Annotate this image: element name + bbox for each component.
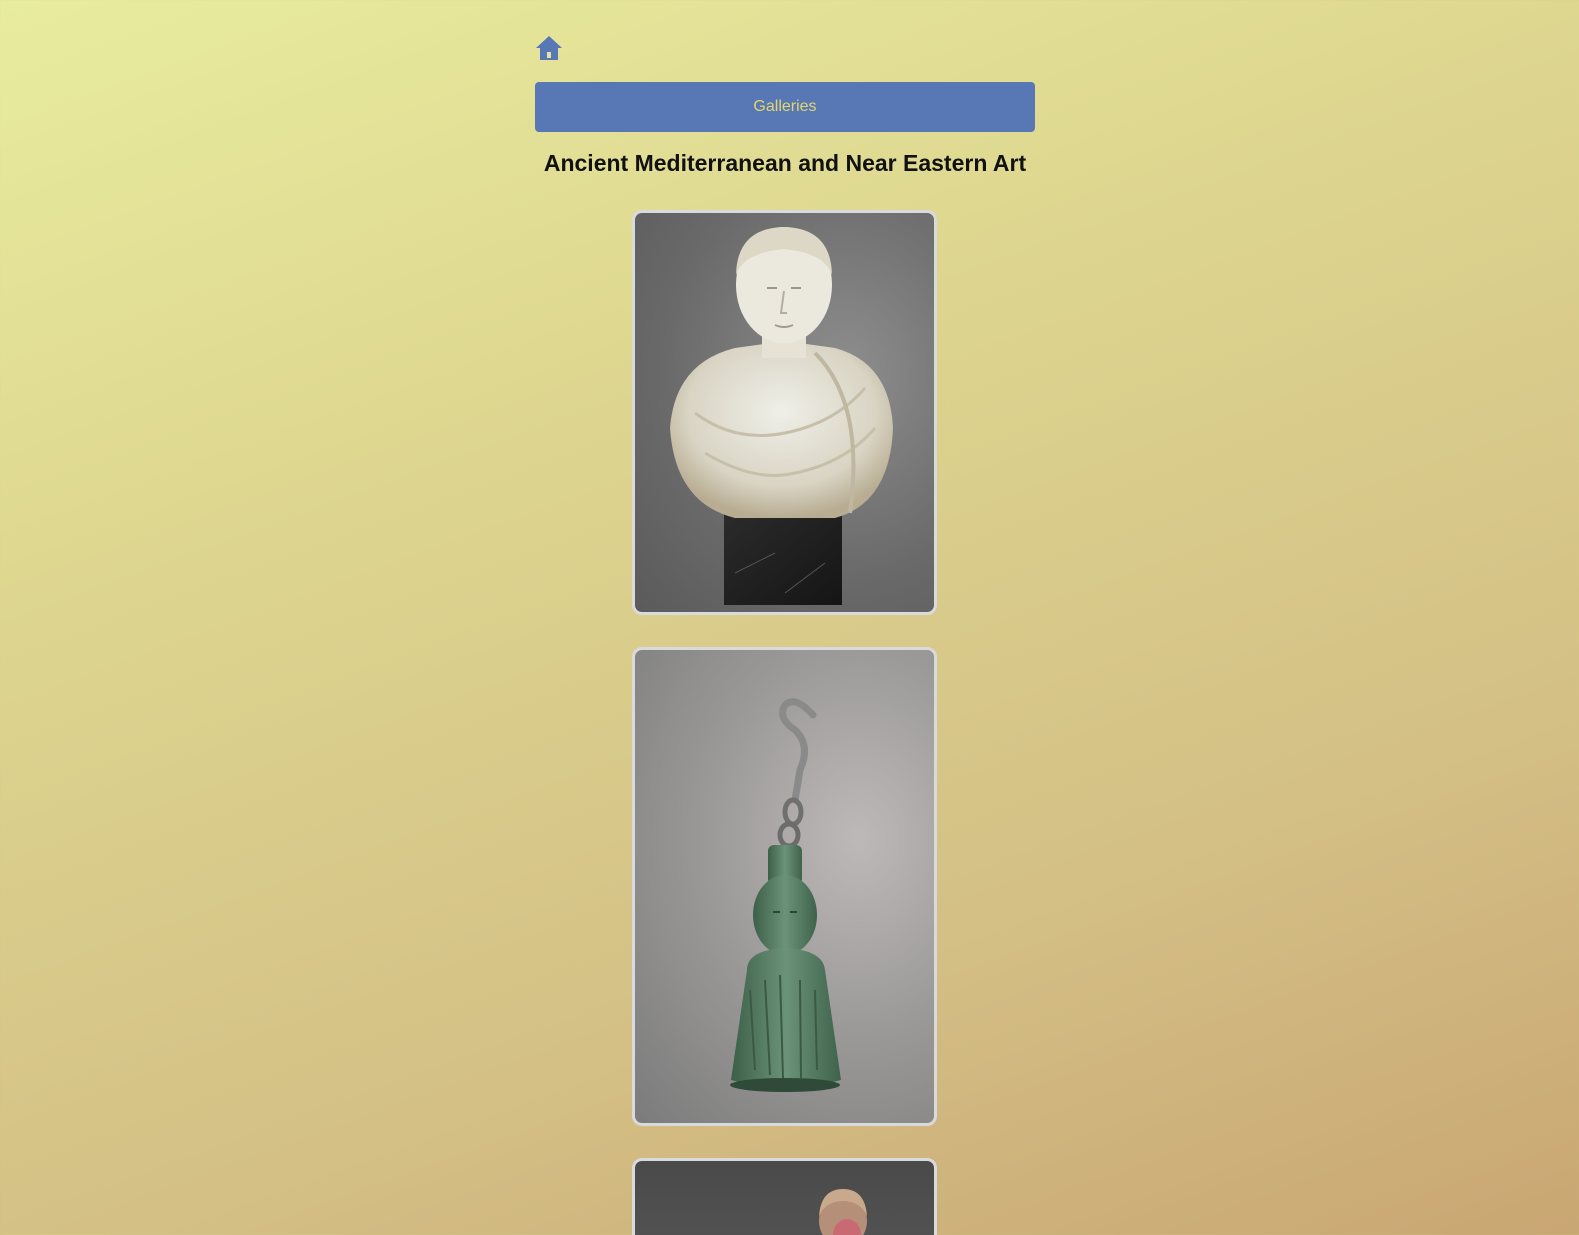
page-title: Ancient Mediterranean and Near Eastern A… [543, 150, 1027, 176]
bronze-weight-image [730, 698, 841, 1092]
marble-bust-image [670, 227, 893, 605]
home-icon [536, 36, 562, 60]
home-link[interactable] [535, 34, 563, 62]
terracotta-head-image [819, 1189, 867, 1235]
artwork-card-marble-bust[interactable] [632, 210, 937, 615]
galleries-button[interactable]: Galleries [535, 82, 1035, 132]
artwork-card-bronze-weight[interactable] [632, 647, 937, 1126]
artwork-card-terracotta-head[interactable] [632, 1158, 937, 1235]
